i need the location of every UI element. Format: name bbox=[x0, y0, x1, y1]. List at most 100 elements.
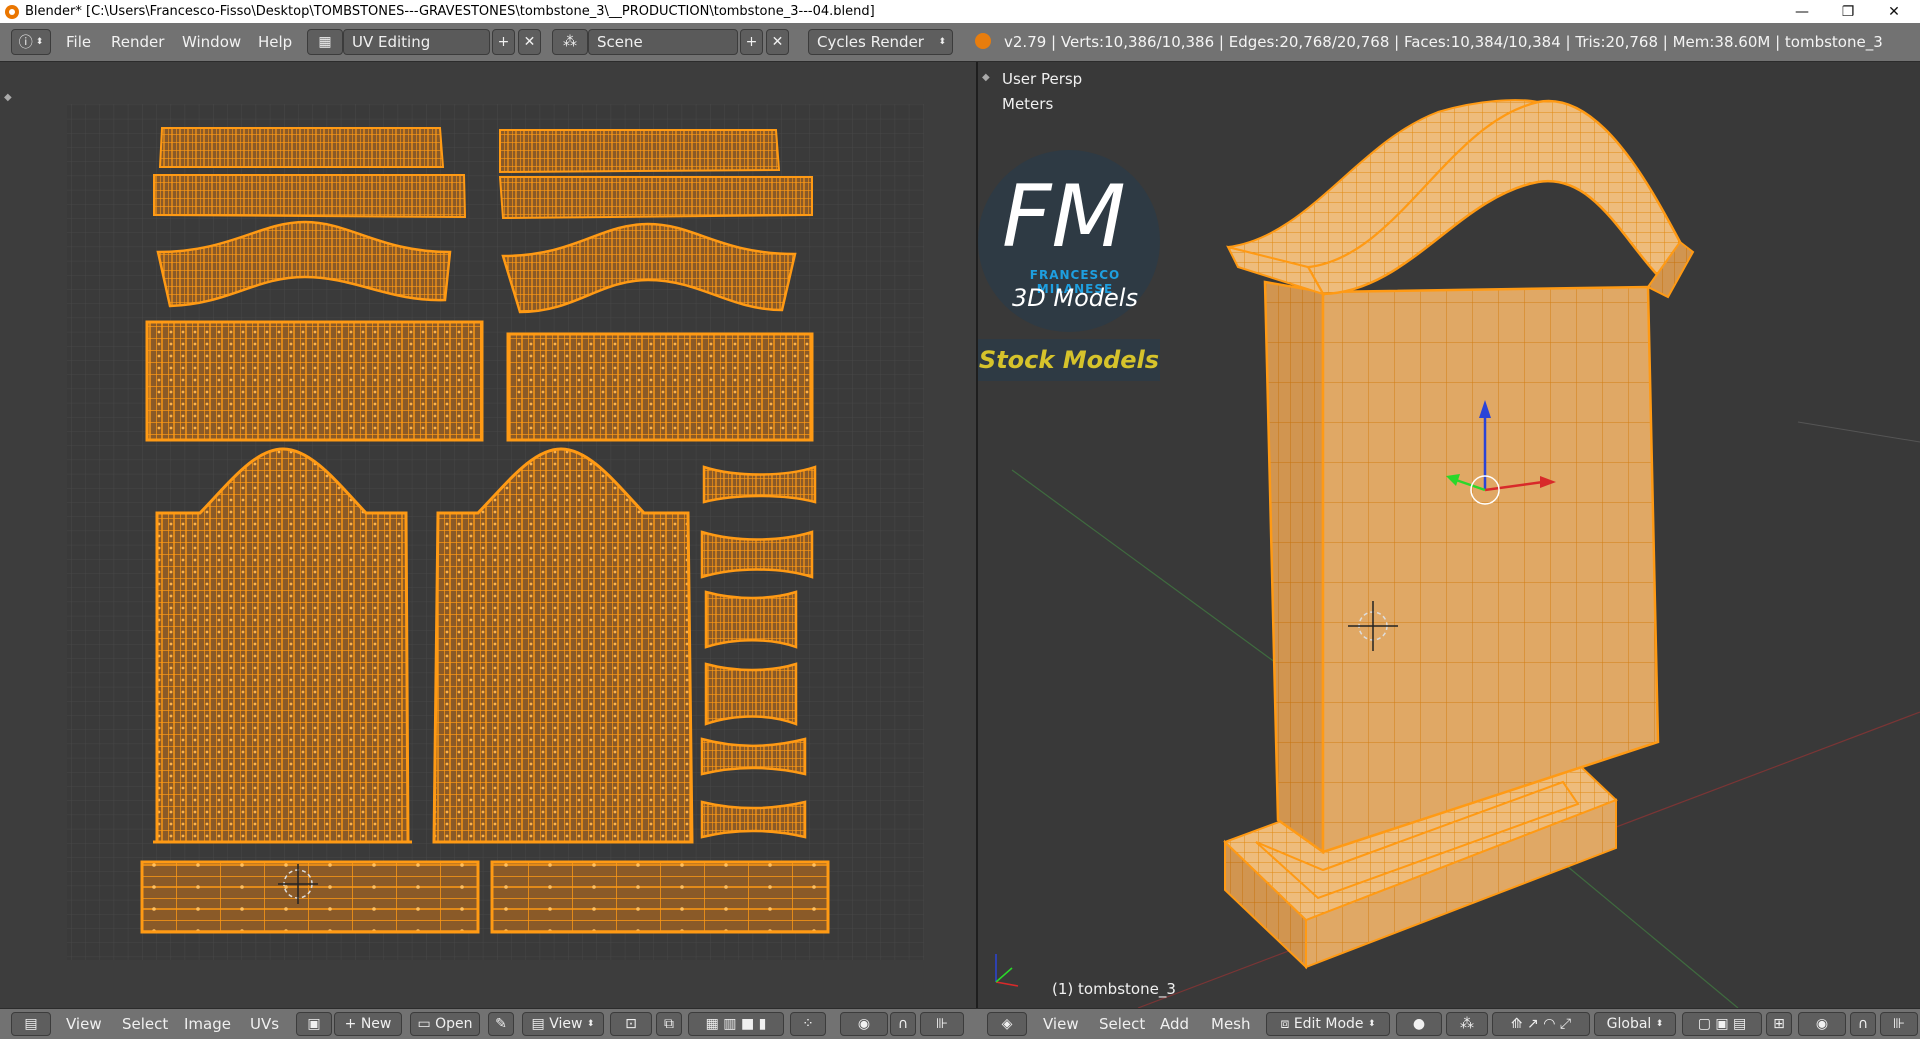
uv-menu-uvs[interactable]: UVs bbox=[250, 1009, 279, 1039]
edit-mode-label: Edit Mode bbox=[1293, 1016, 1364, 1032]
logo-letters: FM bbox=[1002, 167, 1126, 267]
vp-menu-add[interactable]: Add bbox=[1160, 1009, 1189, 1039]
snap-toggle-button[interactable]: ∩ bbox=[890, 1012, 916, 1036]
delete-layout-button[interactable]: ✕ bbox=[518, 29, 541, 55]
snap-icon: ⊪ bbox=[935, 1016, 949, 1032]
screen-layout-selector[interactable]: ▦ bbox=[307, 29, 343, 55]
up-down-icon: ⬍ bbox=[586, 1019, 595, 1029]
orientation-label: Global bbox=[1606, 1016, 1652, 1032]
pin-image-button[interactable]: ✎ bbox=[488, 1012, 514, 1036]
render-engine-dropdown[interactable]: Cycles Render ⬍ bbox=[808, 29, 953, 55]
editor-footer-bar: ▤ View Select Image UVs ▣ + New ▭ Open ✎… bbox=[0, 1008, 1920, 1039]
pivot-icon: ⊡ bbox=[625, 1016, 637, 1032]
active-object-label: (1) tombstone_3 bbox=[1052, 980, 1176, 998]
shading-sphere-icon: ● bbox=[1412, 1016, 1426, 1032]
menu-file[interactable]: File bbox=[66, 23, 91, 61]
sticky-select-dropdown[interactable]: ⁘ bbox=[790, 1012, 826, 1036]
limit-selection-button[interactable]: ⊞ bbox=[1766, 1012, 1792, 1036]
scene-field[interactable]: Scene bbox=[588, 29, 738, 55]
snap-icon: ⊪ bbox=[1892, 1016, 1906, 1032]
scene-selector[interactable]: ⁂ bbox=[552, 29, 588, 55]
x-icon: ✕ bbox=[523, 34, 536, 50]
vp-proportional-edit-dropdown[interactable]: ◉ bbox=[1798, 1012, 1846, 1036]
transform-orientation-dropdown[interactable]: Global ⬍ bbox=[1594, 1012, 1676, 1036]
image-icon: ▣ bbox=[307, 1016, 321, 1032]
delete-scene-button[interactable]: ✕ bbox=[766, 29, 789, 55]
proportional-edit-dropdown[interactable]: ◉ bbox=[840, 1012, 888, 1036]
layer-icons: ▢ ▣ ▤ bbox=[1697, 1016, 1747, 1032]
view-mode-label: View bbox=[549, 1016, 583, 1032]
uv-image-editor[interactable]: ◆ bbox=[0, 62, 976, 1008]
up-down-icon: ⬍ bbox=[938, 37, 946, 47]
uv-island-base-right bbox=[490, 860, 830, 934]
edit-mode-icon: ⧈ bbox=[1280, 1016, 1290, 1032]
watermark-logo: FM FRANCESCO MILANESE 3D Models bbox=[978, 150, 1160, 332]
uv-island-side-panel-left bbox=[145, 320, 484, 442]
tombstone-mesh[interactable] bbox=[1223, 99, 1695, 970]
vp-menu-view[interactable]: View bbox=[1043, 1009, 1079, 1039]
interaction-mode-dropdown[interactable]: ⧈ Edit Mode ⬍ bbox=[1266, 1012, 1390, 1036]
view-mode-icon: ▤ bbox=[531, 1016, 545, 1032]
blender-logo-icon bbox=[975, 33, 991, 49]
maximize-button[interactable]: ❐ bbox=[1826, 0, 1870, 23]
image-browse-button[interactable]: ▣ bbox=[296, 1012, 332, 1036]
limit-selection-icon: ⊞ bbox=[1773, 1016, 1785, 1032]
sync-selection-button[interactable]: ⧉ bbox=[656, 1012, 682, 1036]
vp-menu-mesh[interactable]: Mesh bbox=[1211, 1009, 1251, 1039]
uv-mode-dropdown[interactable]: ▤ View ⬍ bbox=[522, 1012, 604, 1036]
new-image-button[interactable]: + New bbox=[334, 1012, 402, 1036]
uv-menu-select[interactable]: Select bbox=[122, 1009, 168, 1039]
pivot-point-dropdown[interactable]: ⁂ bbox=[1446, 1012, 1488, 1036]
open-image-button[interactable]: ▭ Open bbox=[410, 1012, 480, 1036]
window-title: Blender* [C:\Users\Francesco-Fisso\Deskt… bbox=[25, 4, 875, 19]
title-bar: Blender* [C:\Users\Francesco-Fisso\Deskt… bbox=[0, 0, 1920, 23]
3d-viewport[interactable]: User Persp Meters FM FRANCESCO MILANESE … bbox=[978, 62, 1920, 1008]
scene-icon: ⁂ bbox=[563, 34, 577, 50]
logo-tagline: 3D Models bbox=[1012, 284, 1138, 312]
proportional-icon: ◉ bbox=[857, 1016, 871, 1032]
layout-grid-icon: ▦ bbox=[318, 34, 332, 50]
plus-icon: + bbox=[497, 34, 510, 50]
info-icon: ⓘ bbox=[18, 35, 33, 51]
cube-icon: ◈ bbox=[1001, 1016, 1013, 1032]
up-down-icon: ⬍ bbox=[1367, 1019, 1376, 1029]
render-engine-label: Cycles Render bbox=[817, 33, 924, 51]
sync-icon: ⧉ bbox=[664, 1016, 674, 1032]
region-toggle-icon[interactable]: ◆ bbox=[4, 92, 14, 103]
uv-menu-image[interactable]: Image bbox=[184, 1009, 231, 1039]
magnet-icon: ∩ bbox=[897, 1016, 909, 1032]
manipulator-toggles[interactable]: ⟰ ↗ ◠ ⤢ bbox=[1492, 1012, 1590, 1036]
uv-select-mode-group[interactable]: ▦ ▥ ■ ▮ bbox=[688, 1012, 784, 1036]
uv-canvas[interactable] bbox=[0, 62, 976, 1008]
snap-element-dropdown[interactable]: ⊪ bbox=[920, 1012, 964, 1036]
select-mode-icons: ▦ ▥ ■ ▮ bbox=[705, 1016, 767, 1032]
editor-type-info-button[interactable]: ⓘ ⬍ bbox=[11, 29, 51, 55]
uv-island-side-panel-right bbox=[506, 332, 814, 442]
uv-menu-view[interactable]: View bbox=[66, 1009, 102, 1039]
pivot-dropdown[interactable]: ⊡ bbox=[610, 1012, 652, 1036]
pin-icon: ✎ bbox=[495, 1016, 507, 1032]
uv-editor-type-button[interactable]: ▤ bbox=[11, 1012, 51, 1036]
close-window-button[interactable]: ✕ bbox=[1872, 0, 1916, 23]
scene-statistics: v2.79 | Verts:10,386/10,386 | Edges:20,7… bbox=[1004, 33, 1883, 51]
vp-snap-toggle-button[interactable]: ∩ bbox=[1850, 1012, 1876, 1036]
plus-icon: + bbox=[745, 34, 758, 50]
uv-island-base-left bbox=[140, 860, 480, 934]
add-scene-button[interactable]: + bbox=[740, 29, 763, 55]
minimize-button[interactable]: — bbox=[1780, 0, 1824, 23]
menu-help[interactable]: Help bbox=[258, 23, 292, 61]
vp-snap-element-dropdown[interactable]: ⊪ bbox=[1880, 1012, 1918, 1036]
add-layout-button[interactable]: + bbox=[492, 29, 515, 55]
top-menu-bar: ⓘ ⬍ File Render Window Help ▦ UV Editing … bbox=[0, 23, 1920, 62]
screen-layout-field[interactable]: UV Editing bbox=[343, 29, 490, 55]
stock-models-badge: Stock Models bbox=[978, 339, 1160, 381]
menu-render[interactable]: Render bbox=[111, 23, 164, 61]
menu-window[interactable]: Window bbox=[182, 23, 241, 61]
proportional-icon: ◉ bbox=[1815, 1016, 1829, 1032]
pivot-icon: ⁂ bbox=[1460, 1016, 1474, 1032]
viewport-shading-dropdown[interactable]: ● bbox=[1396, 1012, 1442, 1036]
region-toggle-icon[interactable]: ◆ bbox=[982, 72, 992, 83]
layers-group[interactable]: ▢ ▣ ▤ bbox=[1682, 1012, 1762, 1036]
vp-menu-select[interactable]: Select bbox=[1099, 1009, 1145, 1039]
vp-editor-type-button[interactable]: ◈ bbox=[987, 1012, 1027, 1036]
